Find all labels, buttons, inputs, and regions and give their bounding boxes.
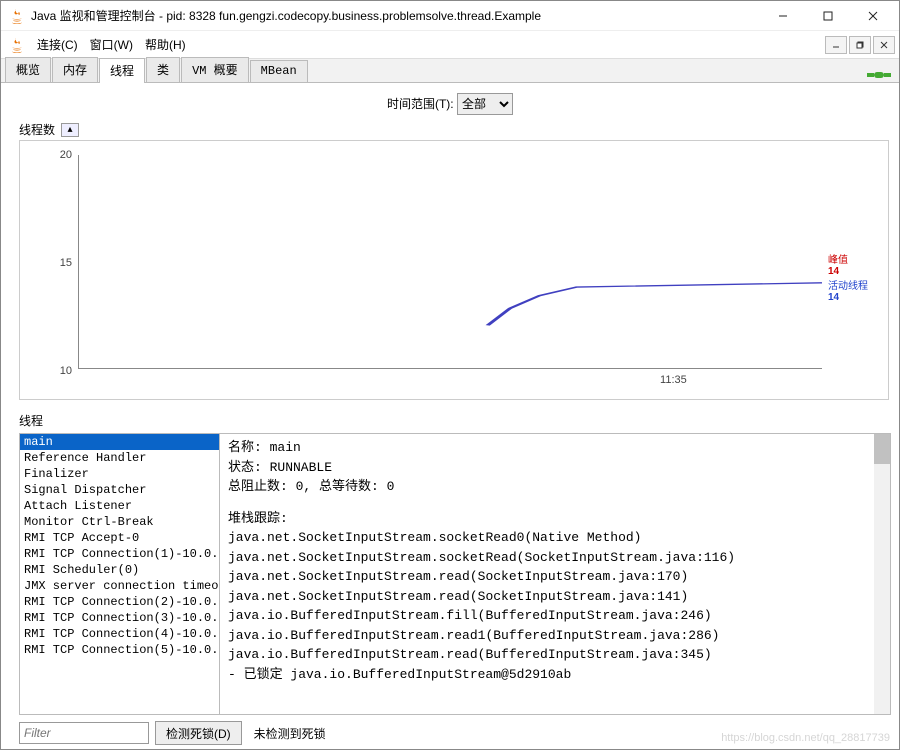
- tab-memory[interactable]: 内存: [52, 57, 98, 82]
- minimize-button[interactable]: [760, 2, 805, 30]
- mdi-close-button[interactable]: [873, 36, 895, 54]
- thread-list-item[interactable]: RMI TCP Connection(1)-10.0.75.1: [20, 546, 219, 562]
- titlebar: Java 监视和管理控制台 - pid: 8328 fun.gengzi.cod…: [1, 1, 899, 31]
- threads-body: mainReference HandlerFinalizerSignal Dis…: [19, 433, 891, 715]
- chart-line: [79, 155, 822, 368]
- time-range-label: 时间范围(T):: [387, 97, 454, 111]
- legend-peak-value: 14: [828, 266, 888, 277]
- menu-connect[interactable]: 连接(C): [31, 32, 84, 57]
- window-title: Java 监视和管理控制台 - pid: 8328 fun.gengzi.cod…: [31, 7, 760, 24]
- thread-list-item[interactable]: Monitor Ctrl-Break: [20, 514, 219, 530]
- stack-header: 堆栈跟踪:: [228, 509, 882, 529]
- time-range-select[interactable]: 全部: [457, 93, 513, 115]
- ytick: 10: [60, 365, 72, 377]
- detail-scrollbar[interactable]: [874, 434, 890, 714]
- thread-list-item[interactable]: RMI TCP Accept-0: [20, 530, 219, 546]
- detect-deadlock-button[interactable]: 检测死锁(D): [155, 721, 242, 745]
- stack-line: java.net.SocketInputStream.read(SocketIn…: [228, 587, 882, 607]
- thread-state: 状态: RUNNABLE: [228, 458, 882, 478]
- close-button[interactable]: [850, 2, 895, 30]
- stack-line: java.io.BufferedInputStream.fill(Buffere…: [228, 606, 882, 626]
- chart-legend: 峰值 14 活动线程 14: [828, 141, 888, 399]
- mdi-minimize-button[interactable]: [825, 36, 847, 54]
- mdi-restore-button[interactable]: [849, 36, 871, 54]
- thread-list-item[interactable]: Signal Dispatcher: [20, 482, 219, 498]
- stack-line: java.io.BufferedInputStream.read1(Buffer…: [228, 626, 882, 646]
- thread-list-item[interactable]: RMI TCP Connection(2)-10.0.75.1: [20, 594, 219, 610]
- thread-count-label: 线程数: [19, 121, 55, 138]
- legend-peak-label: 峰值: [828, 251, 888, 266]
- stack-trace: java.net.SocketInputStream.socketRead0(N…: [228, 528, 882, 684]
- thread-detail: 名称: main 状态: RUNNABLE 总阻止数: 0, 总等待数: 0 堆…: [220, 434, 890, 714]
- thread-name: 名称: main: [228, 438, 882, 458]
- thread-list[interactable]: mainReference HandlerFinalizerSignal Dis…: [20, 434, 220, 714]
- java-icon: [9, 37, 25, 53]
- thread-list-item[interactable]: RMI TCP Connection(5)-10.0.75.1: [20, 642, 219, 658]
- java-icon: [9, 8, 25, 24]
- thread-list-item[interactable]: RMI TCP Connection(3)-10.0.75.1: [20, 610, 219, 626]
- legend-live-label: 活动线程: [828, 277, 888, 292]
- thread-list-item[interactable]: RMI TCP Connection(4)-10.0.75.1: [20, 626, 219, 642]
- maximize-button[interactable]: [805, 2, 850, 30]
- scroll-thumb[interactable]: [874, 434, 890, 464]
- thread-chart-section: 线程数 ▴ 20 15 10 11:35 峰值 14 活动线程 14: [1, 119, 899, 408]
- stack-line: java.io.BufferedInputStream.read(Buffere…: [228, 645, 882, 665]
- time-range-control: 时间范围(T): 全部: [1, 83, 899, 119]
- thread-list-item[interactable]: main: [20, 434, 219, 450]
- thread-list-item[interactable]: Attach Listener: [20, 498, 219, 514]
- threads-bottom-bar: 检测死锁(D) 未检测到死锁: [19, 715, 891, 745]
- menu-window[interactable]: 窗口(W): [84, 32, 139, 57]
- ytick: 15: [60, 257, 72, 269]
- ytick: 20: [60, 149, 72, 161]
- thread-list-item[interactable]: Finalizer: [20, 466, 219, 482]
- threads-header: 线程: [19, 408, 891, 433]
- stack-line: java.net.SocketInputStream.socketRead0(N…: [228, 528, 882, 548]
- tab-vm[interactable]: VM 概要: [181, 57, 249, 82]
- tab-threads[interactable]: 线程: [99, 58, 145, 83]
- legend-live-value: 14: [828, 292, 888, 303]
- tab-overview[interactable]: 概览: [5, 57, 51, 82]
- stack-line: - 已锁定 java.io.BufferedInputStream@5d2910…: [228, 665, 882, 685]
- stack-line: java.net.SocketInputStream.socketRead(So…: [228, 548, 882, 568]
- thread-blocked: 总阻止数: 0, 总等待数: 0: [228, 477, 882, 497]
- menubar: 连接(C) 窗口(W) 帮助(H): [1, 31, 899, 59]
- menu-help[interactable]: 帮助(H): [139, 32, 192, 57]
- connection-icon: [867, 68, 891, 82]
- tab-mbean[interactable]: MBean: [250, 60, 308, 82]
- deadlock-status: 未检测到死锁: [248, 725, 326, 742]
- thread-list-item[interactable]: Reference Handler: [20, 450, 219, 466]
- xtick: 11:35: [660, 374, 687, 386]
- filter-input[interactable]: [19, 722, 149, 744]
- chart-yaxis: 20 15 10: [20, 141, 78, 399]
- thread-list-item[interactable]: JMX server connection timeout 16: [20, 578, 219, 594]
- tabbar: 概览 内存 线程 类 VM 概要 MBean: [1, 59, 899, 83]
- tab-classes[interactable]: 类: [146, 57, 180, 82]
- thread-chart: 20 15 10 11:35 峰值 14 活动线程 14: [19, 140, 889, 400]
- chart-plot: 11:35: [78, 155, 822, 369]
- threads-section: 线程 mainReference HandlerFinalizerSignal …: [1, 408, 899, 751]
- thread-list-item[interactable]: RMI Scheduler(0): [20, 562, 219, 578]
- chart-collapse-button[interactable]: ▴: [61, 123, 79, 137]
- stack-line: java.net.SocketInputStream.read(SocketIn…: [228, 567, 882, 587]
